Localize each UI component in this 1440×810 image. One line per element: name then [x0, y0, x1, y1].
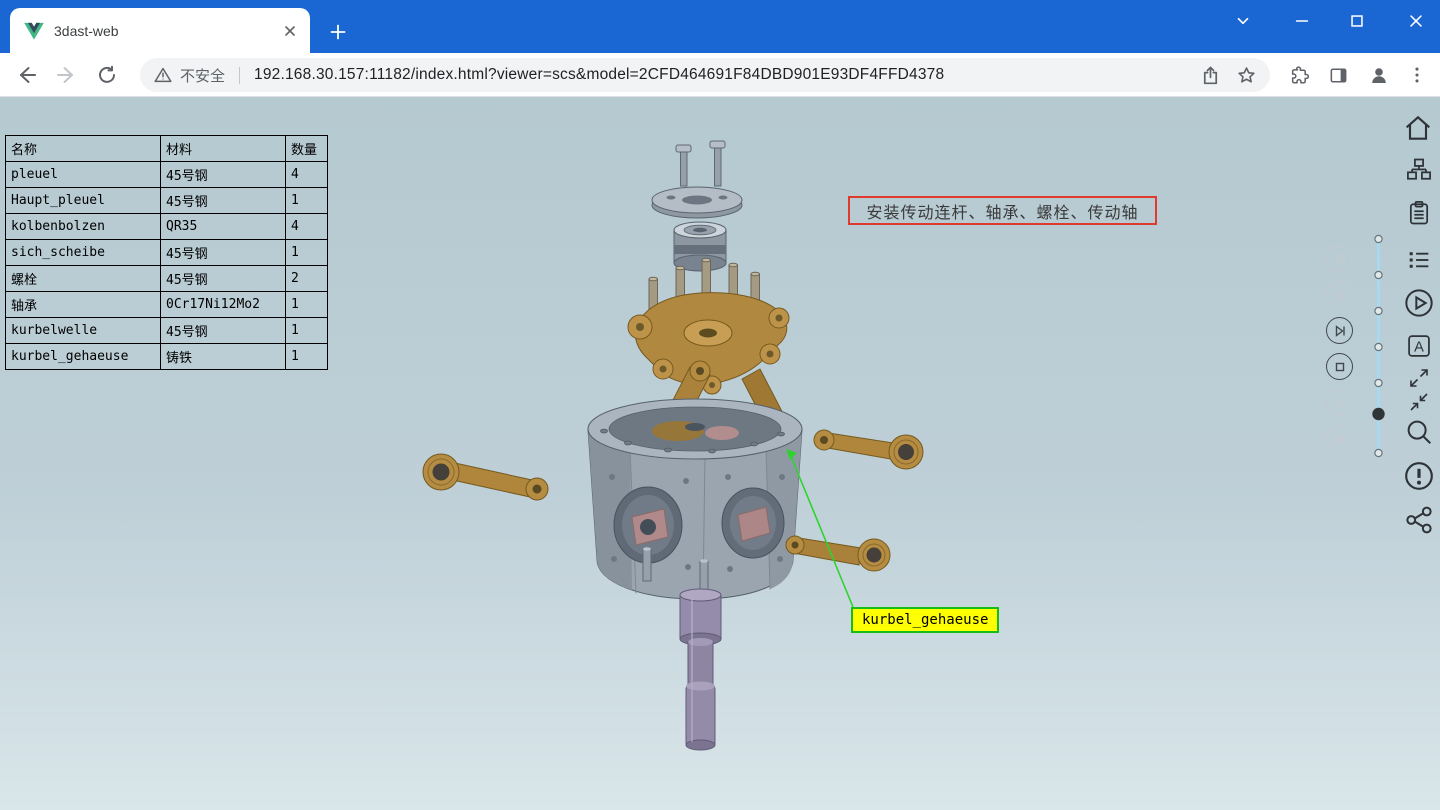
part-name-label: kurbel_gehaeuse: [851, 607, 999, 633]
expand-icon[interactable]: [1404, 365, 1434, 391]
table-cell: 45号钢: [161, 188, 286, 214]
side-panel-icon[interactable]: [1323, 60, 1353, 90]
list-icon[interactable]: [1402, 243, 1436, 277]
bookmark-star-icon[interactable]: [1232, 61, 1260, 89]
table-row: 轴承0Cr17Ni12Mo21: [6, 292, 328, 318]
address-bar[interactable]: 不安全 192.168.30.157:11182/index.html?view…: [140, 58, 1270, 92]
new-tab-button[interactable]: [324, 18, 352, 46]
clipboard-icon[interactable]: [1402, 196, 1436, 230]
kebab-menu-icon[interactable]: [1402, 60, 1432, 90]
table-row: kurbel_gehaeuse铸铁1: [6, 344, 328, 370]
table-cell: sich_scheibe: [6, 240, 161, 266]
crankcase-part: [588, 399, 802, 599]
forward-arrow-icon[interactable]: [51, 60, 81, 90]
share-nodes-icon[interactable]: [1402, 503, 1436, 537]
close-window-button[interactable]: [1401, 7, 1431, 35]
connecting-rod-right-part: [814, 430, 923, 469]
table-row: kolbenbolzenQR354: [6, 214, 328, 240]
table-cell: 1: [286, 240, 328, 266]
cad-viewer: 名称 材料 数量 pleuel45号钢4Haupt_pleuel45号钢1kol…: [0, 97, 1440, 810]
collapse-icon[interactable]: [1404, 389, 1434, 415]
table-cell: 45号钢: [161, 318, 286, 344]
column-header-material: 材料: [161, 136, 286, 162]
table-cell: 45号钢: [161, 266, 286, 292]
table-row: 螺栓45号钢2: [6, 266, 328, 292]
model-tree-icon[interactable]: [1402, 153, 1436, 187]
table-cell: kurbel_gehaeuse: [6, 344, 161, 370]
table-row: pleuel45号钢4: [6, 162, 328, 188]
crankshaft-part: [680, 589, 721, 750]
step-back-button[interactable]: [1326, 281, 1353, 308]
omnibox-divider: [239, 67, 240, 84]
table-cell: 4: [286, 162, 328, 188]
table-cell: kurbelwelle: [6, 318, 161, 344]
table-cell: 1: [286, 344, 328, 370]
connecting-rod-left-part: [423, 454, 548, 500]
text-annotation-icon[interactable]: A: [1402, 329, 1436, 363]
profile-avatar-icon[interactable]: [1364, 60, 1394, 90]
main-connecting-rod-part: [643, 361, 710, 463]
table-cell: QR35: [161, 214, 286, 240]
warning-icon[interactable]: [1402, 459, 1436, 493]
tab-title: 3dast-web: [54, 23, 270, 39]
zoom-icon[interactable]: [1402, 415, 1436, 449]
table-cell: Haupt_pleuel: [6, 188, 161, 214]
slider-thumb[interactable]: [1372, 408, 1384, 420]
assembly-step-annotation: 安装传动连杆、轴承、螺栓、传动轴: [848, 196, 1157, 225]
step-slider[interactable]: [1368, 231, 1389, 467]
table-cell: 4: [286, 214, 328, 240]
tab-search-chevron-icon[interactable]: [1228, 7, 1258, 35]
table-row: kurbelwelle45号钢1: [6, 318, 328, 344]
browser-toolbar: 不安全 192.168.30.157:11182/index.html?view…: [0, 53, 1440, 97]
table-header-row: 名称 材料 数量: [6, 136, 328, 162]
extensions-puzzle-icon[interactable]: [1283, 60, 1313, 90]
skip-to-end-button[interactable]: [1326, 425, 1353, 452]
stop-button[interactable]: [1326, 353, 1353, 380]
svg-text:A: A: [1414, 339, 1424, 355]
browser-tab-strip: 3dast-web: [0, 0, 1440, 53]
table-cell: 轴承: [6, 292, 161, 318]
table-cell: 0Cr17Ni12Mo2: [161, 292, 286, 318]
skip-to-start-button[interactable]: [1326, 245, 1353, 272]
home-icon[interactable]: [1400, 110, 1436, 146]
minimize-button[interactable]: [1287, 7, 1317, 35]
table-cell: 2: [286, 266, 328, 292]
column-header-quantity: 数量: [286, 136, 328, 162]
table-row: Haupt_pleuel45号钢1: [6, 188, 328, 214]
security-label[interactable]: 不安全: [180, 65, 225, 86]
table-cell: 45号钢: [161, 240, 286, 266]
spider-carrier-part: [628, 258, 791, 442]
vue-favicon-icon: [24, 22, 44, 40]
play-icon[interactable]: [1402, 286, 1436, 320]
maximize-button[interactable]: [1342, 7, 1372, 35]
table-cell: kolbenbolzen: [6, 214, 161, 240]
table-cell: 铸铁: [161, 344, 286, 370]
table-cell: 1: [286, 292, 328, 318]
url-text[interactable]: 192.168.30.157:11182/index.html?viewer=s…: [254, 66, 1188, 84]
table-cell: 1: [286, 188, 328, 214]
step-forward-button[interactable]: [1326, 389, 1353, 416]
reload-icon[interactable]: [92, 60, 122, 90]
bearing-part: [674, 222, 726, 271]
table-cell: 1: [286, 318, 328, 344]
bom-table: 名称 材料 数量 pleuel45号钢4Haupt_pleuel45号钢1kol…: [5, 135, 328, 370]
table-cell: 螺栓: [6, 266, 161, 292]
back-arrow-icon[interactable]: [12, 60, 42, 90]
share-icon[interactable]: [1196, 61, 1224, 89]
connecting-rod-lower-right-part: [786, 536, 890, 571]
screw-parts: [676, 141, 725, 186]
browser-tab[interactable]: 3dast-web: [10, 8, 310, 53]
column-header-name: 名称: [6, 136, 161, 162]
table-cell: 45号钢: [161, 162, 286, 188]
tab-close-icon[interactable]: [280, 21, 300, 41]
washer-part: [652, 187, 742, 218]
play-step-button[interactable]: [1326, 317, 1353, 344]
table-cell: pleuel: [6, 162, 161, 188]
bom-table-body: pleuel45号钢4Haupt_pleuel45号钢1kolbenbolzen…: [6, 162, 328, 370]
security-warning-icon[interactable]: [154, 66, 172, 84]
table-row: sich_scheibe45号钢1: [6, 240, 328, 266]
